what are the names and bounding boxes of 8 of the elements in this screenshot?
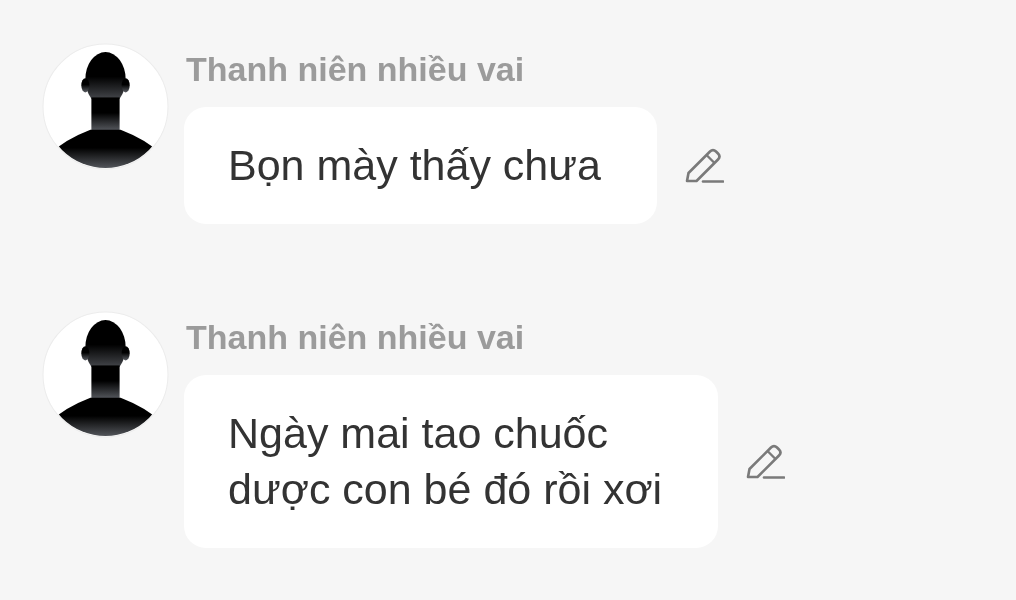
- pencil-icon[interactable]: [684, 147, 724, 184]
- person-avatar-icon: [42, 43, 169, 170]
- pencil-icon[interactable]: [745, 443, 786, 480]
- author-name: Thanh niên nhiều vai: [185, 317, 525, 357]
- message-bubble: Ngày mai tao chuốc dược con bé đó rồi xơi: [184, 375, 719, 548]
- author-name: Thanh niên nhiều vai: [185, 49, 525, 89]
- message-bubble: Bọn mày thấy chưa: [184, 107, 657, 224]
- person-avatar-icon: [42, 311, 169, 438]
